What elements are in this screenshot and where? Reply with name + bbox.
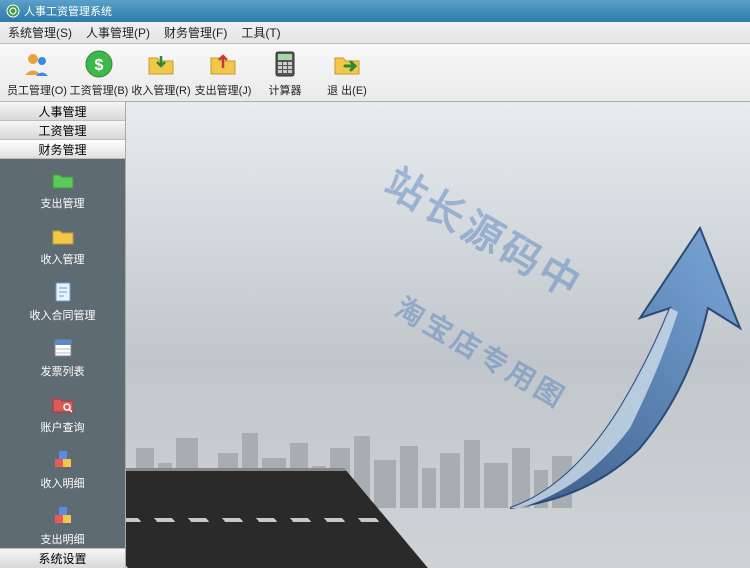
calc-icon — [269, 48, 301, 80]
money-icon: $ — [83, 48, 115, 80]
sidebar-header-hr[interactable]: 人事管理 — [0, 101, 125, 121]
menu-tools[interactable]: 工具(T) — [241, 24, 280, 41]
toolbar-label: 收入管理(R) — [131, 82, 190, 98]
content-area: 站长源码中 淘宝店专用图 — [126, 102, 750, 568]
sidebar-item-label: 收入管理 — [41, 251, 85, 267]
toolbar-label: 支出管理(J) — [195, 82, 252, 98]
folder-out-icon — [207, 48, 239, 80]
toolbar-salary-button[interactable]: $ 工资管理(B) — [68, 46, 130, 100]
toolbar-label: 员工管理(O) — [7, 82, 67, 98]
doc-icon — [50, 279, 76, 305]
workspace: 人事管理 工资管理 财务管理 支出管理 收入管理 收入合同管理 发票列表 账 — [0, 102, 750, 568]
sidebar-item-income-contract[interactable]: 收入合同管理 — [0, 279, 125, 323]
toolbar-calculator-button[interactable]: 计算器 — [254, 46, 316, 100]
sidebar-item-label: 收入合同管理 — [30, 307, 96, 323]
toolbar-label: 计算器 — [269, 82, 302, 98]
sidebar-item-account-query[interactable]: 账户查询 — [0, 391, 125, 435]
toolbar-employee-button[interactable]: 员工管理(O) — [6, 46, 68, 100]
arrow-graphic — [490, 208, 750, 528]
window-title: 人事工资管理系统 — [24, 3, 112, 19]
sidebar-header-salary[interactable]: 工资管理 — [0, 120, 125, 140]
sidebar-item-invoice-list[interactable]: 发票列表 — [0, 335, 125, 379]
sidebar: 人事管理 工资管理 财务管理 支出管理 收入管理 收入合同管理 发票列表 账 — [0, 102, 126, 568]
boxes-icon — [50, 447, 76, 473]
people-icon — [21, 48, 53, 80]
toolbar: 员工管理(O) $ 工资管理(B) 收入管理(R) 支出管理(J) 计算器 退 … — [0, 44, 750, 102]
sidebar-footer-settings[interactable]: 系统设置 — [0, 548, 125, 568]
svg-text:$: $ — [95, 57, 104, 74]
toolbar-label: 退 出(E) — [327, 82, 367, 98]
sidebar-item-expense-detail[interactable]: 支出明细 — [0, 503, 125, 547]
menu-hr[interactable]: 人事管理(P) — [86, 24, 150, 41]
sidebar-header-finance[interactable]: 财务管理 — [0, 139, 125, 159]
toolbar-income-button[interactable]: 收入管理(R) — [130, 46, 192, 100]
sidebar-item-income-detail[interactable]: 收入明细 — [0, 447, 125, 491]
toolbar-exit-button[interactable]: 退 出(E) — [316, 46, 378, 100]
menubar: 系统管理(S) 人事管理(P) 财务管理(F) 工具(T) — [0, 22, 750, 44]
app-icon — [6, 4, 20, 18]
boxes-icon — [50, 503, 76, 529]
menu-finance[interactable]: 财务管理(F) — [164, 24, 227, 41]
menu-system[interactable]: 系统管理(S) — [8, 24, 72, 41]
sidebar-item-label: 账户查询 — [41, 419, 85, 435]
toolbar-expense-button[interactable]: 支出管理(J) — [192, 46, 254, 100]
titlebar: 人事工资管理系统 — [0, 0, 750, 22]
sidebar-item-label: 支出明细 — [41, 531, 85, 547]
folder-red-icon — [50, 391, 76, 417]
sidebar-item-label: 收入明细 — [41, 475, 85, 491]
sidebar-item-label: 发票列表 — [41, 363, 85, 379]
folder-yellow-icon — [50, 223, 76, 249]
folder-in-icon — [145, 48, 177, 80]
folder-green-icon — [50, 167, 76, 193]
exit-icon — [331, 48, 363, 80]
sidebar-body: 支出管理 收入管理 收入合同管理 发票列表 账户查询 收入明细 — [0, 159, 125, 548]
sidebar-item-income-mgmt[interactable]: 收入管理 — [0, 223, 125, 267]
toolbar-label: 工资管理(B) — [70, 82, 129, 98]
sheet-icon — [50, 335, 76, 361]
sidebar-item-expense-mgmt[interactable]: 支出管理 — [0, 167, 125, 211]
sidebar-item-label: 支出管理 — [41, 195, 85, 211]
